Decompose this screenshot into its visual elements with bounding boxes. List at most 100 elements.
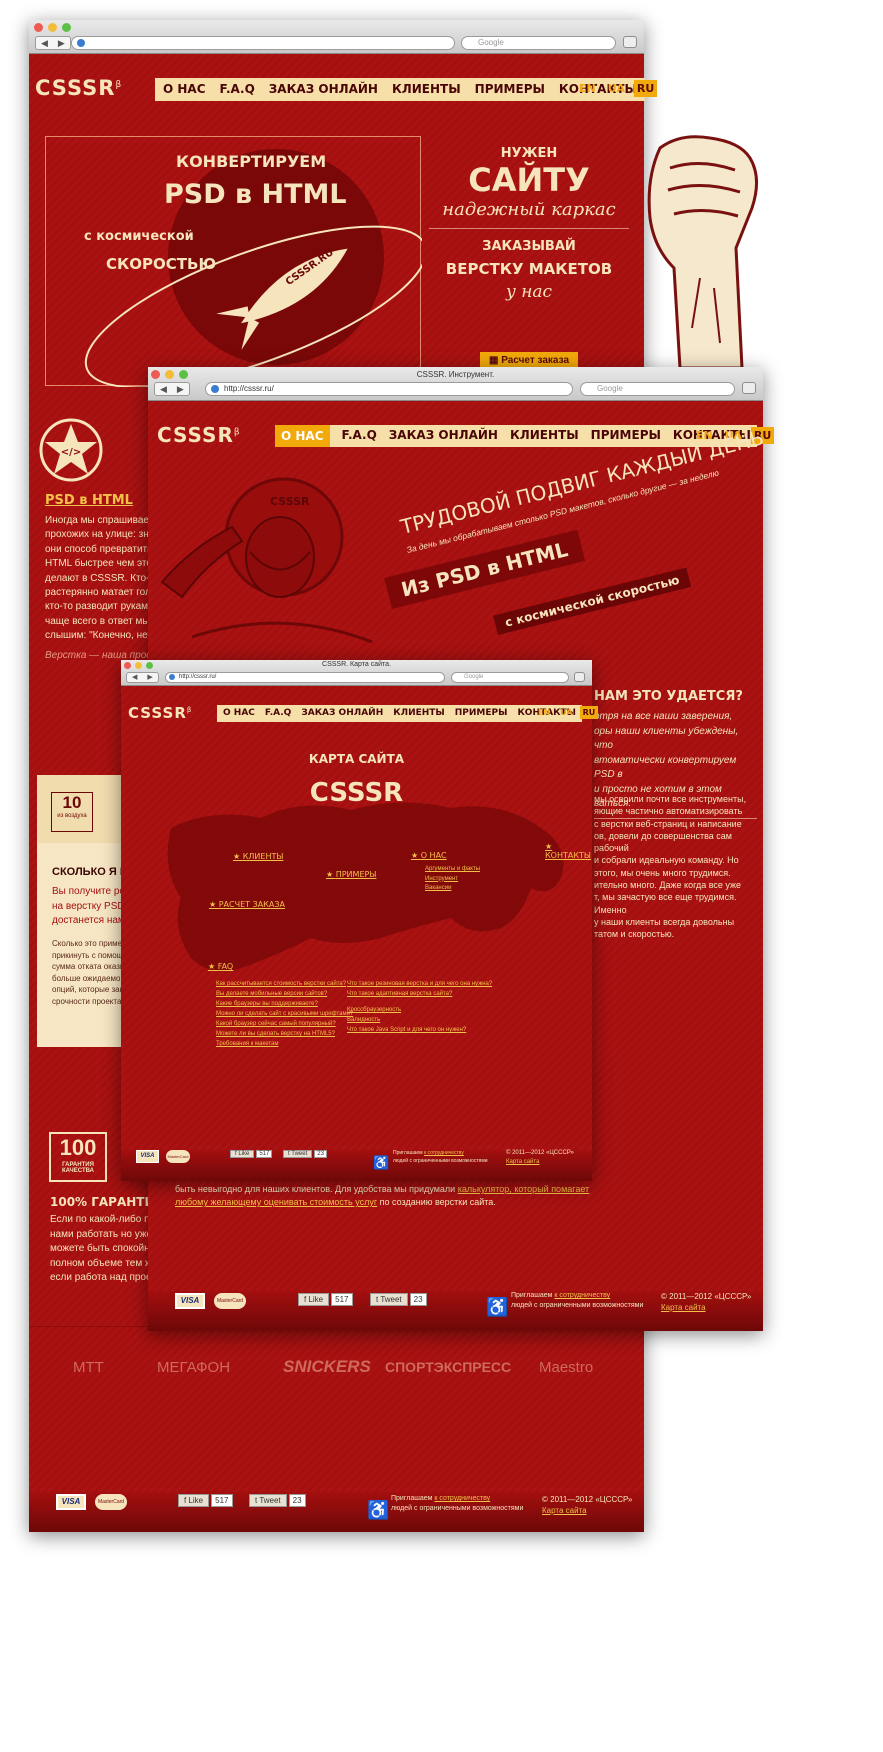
lang-ru[interactable]: RU <box>633 80 658 97</box>
map-point-faq[interactable]: ★ FAQ <box>208 962 233 971</box>
address-bar[interactable] <box>71 36 455 50</box>
tweet-button[interactable]: t Tweet <box>283 1150 313 1158</box>
faq-link[interactable]: Можете ли вы сделать верстку на HTML5? <box>216 1029 353 1039</box>
close-window-button[interactable] <box>151 370 160 379</box>
close-window-button[interactable] <box>34 23 43 32</box>
map-point-contacts[interactable]: ★ КОНТАКТЫ <box>545 842 592 860</box>
gear-icon[interactable] <box>742 382 756 394</box>
calc-link-2[interactable]: любому желающему оценивать стоимость усл… <box>175 1197 377 1207</box>
section-psd-title[interactable]: PSD в HTML <box>45 493 133 508</box>
lang-en[interactable]: EN <box>576 80 599 97</box>
faq-link[interactable]: Что такое Java Script и для чего он нуже… <box>347 1025 492 1035</box>
menu-item-clients[interactable]: КЛИЕНТЫ <box>510 428 579 447</box>
faq-link[interactable]: Что такое адаптивная верстка сайта? <box>347 989 492 999</box>
zoom-window-button[interactable] <box>62 23 71 32</box>
back-arrow-icon[interactable]: ◀ <box>155 383 172 395</box>
sublink-vacancies[interactable]: Вакансии <box>425 884 480 894</box>
menu-item-order[interactable]: ЗАКАЗ ОНЛАЙН <box>301 708 383 719</box>
calc-link-1[interactable]: калькулятор, который помагает <box>458 1184 589 1194</box>
faq-link[interactable]: Можно ли сделать сайт с красивыми шрифта… <box>216 1009 353 1019</box>
faq-link[interactable]: Кроссбраузерность <box>347 1005 492 1015</box>
menu-item-order[interactable]: ЗАКАЗ ОНЛАЙН <box>269 82 378 97</box>
map-point-about[interactable]: ★ О НАС <box>411 851 447 860</box>
text-line: т, мы зачастую все еще трудимся. Именно <box>594 892 737 915</box>
minimize-window-button[interactable] <box>165 370 174 379</box>
map-point-examples[interactable]: ★ ПРИМЕРЫ <box>326 870 376 879</box>
address-bar[interactable]: http://csssr.ru/ <box>165 672 445 683</box>
map-point-clients[interactable]: ★ КЛИЕНТЫ <box>233 852 283 861</box>
partner-maestro[interactable]: Maestro <box>539 1359 593 1376</box>
menu-item-order[interactable]: ЗАКАЗ ОНЛАЙН <box>389 428 498 447</box>
gear-icon[interactable] <box>623 36 637 48</box>
faq-link[interactable]: Какой браузер сейчас самый популярный? <box>216 1019 353 1029</box>
menu-item-faq[interactable]: F.A.Q <box>265 708 291 719</box>
facebook-like[interactable]: f Like 517 <box>298 1293 353 1306</box>
invite-link[interactable]: к сотрудничеству <box>434 1495 490 1502</box>
facebook-like-button[interactable]: f Like <box>230 1150 255 1158</box>
invite-link[interactable]: к сотрудничеству <box>424 1150 464 1156</box>
twitter-tweet[interactable]: t Tweet 23 <box>249 1494 306 1507</box>
gear-icon[interactable] <box>574 672 585 682</box>
back-arrow-icon[interactable]: ◀ <box>127 673 142 682</box>
search-input[interactable]: Google <box>580 382 735 396</box>
partner-mtt[interactable]: МТТ <box>73 1359 104 1376</box>
invite-link[interactable]: к сотрудничеству <box>554 1292 610 1299</box>
twitter-tweet[interactable]: t Tweet 23 <box>370 1293 427 1306</box>
zoom-window-button[interactable] <box>179 370 188 379</box>
sitemap-link[interactable]: Карта сайта <box>661 1302 751 1313</box>
map-point-order[interactable]: ★ РАСЧЕТ ЗАКАЗА <box>209 900 285 909</box>
menu-item-faq[interactable]: F.A.Q <box>220 82 255 97</box>
menu-item-examples[interactable]: ПРИМЕРЫ <box>475 82 545 97</box>
like-count: 517 <box>331 1293 353 1306</box>
menu-item-clients[interactable]: КЛИЕНТЫ <box>392 82 461 97</box>
faq-link[interactable]: Как рассчитывается стоимость верстки сай… <box>216 979 353 989</box>
search-input[interactable]: Google <box>451 672 569 683</box>
menu-item-about[interactable]: О НАС <box>163 82 206 97</box>
tweet-label: Tweet <box>259 1496 281 1505</box>
twitter-tweet[interactable]: t Tweet 23 <box>283 1150 327 1158</box>
faq-link[interactable]: Вы делаете мобильные версии сайтов? <box>216 989 353 999</box>
lang-ua[interactable]: UA <box>605 80 628 97</box>
minimize-window-button[interactable] <box>48 23 57 32</box>
back-arrow-icon[interactable]: ◀ <box>36 37 53 49</box>
facebook-like[interactable]: f Like 517 <box>178 1494 233 1507</box>
forward-arrow-icon[interactable]: ▶ <box>53 37 70 49</box>
search-input[interactable]: Google <box>461 36 616 50</box>
sublink-tool[interactable]: Инструмент <box>425 875 480 885</box>
partner-sport-express[interactable]: СПОРТЭКСПРЕСС <box>385 1359 511 1375</box>
sitemap-link[interactable]: Карта сайта <box>506 1158 574 1167</box>
faq-link[interactable]: Требования к макетам <box>216 1039 353 1049</box>
facebook-like[interactable]: f Like 517 <box>230 1150 273 1158</box>
menu-item-about[interactable]: О НАС <box>223 708 255 719</box>
menu-item-faq[interactable]: F.A.Q <box>342 428 377 447</box>
minimize-window-button[interactable] <box>135 662 142 669</box>
menu-item-about[interactable]: О НАС <box>275 425 330 447</box>
lang-en[interactable]: EN <box>535 706 553 719</box>
lang-ru[interactable]: RU <box>579 706 599 719</box>
address-bar[interactable]: http://csssr.ru/ <box>205 382 573 396</box>
facebook-like-button[interactable]: f Like <box>298 1293 330 1306</box>
site-logo[interactable]: CSSSRβ <box>35 76 122 100</box>
forward-arrow-icon[interactable]: ▶ <box>172 383 189 395</box>
faq-link[interactable]: Валидность <box>347 1015 492 1025</box>
text-line: оры наши клиенты убеждены, что <box>594 725 739 752</box>
site-logo[interactable]: CSSSRβ <box>157 423 241 447</box>
facebook-like-button[interactable]: f Like <box>178 1494 210 1507</box>
tweet-button[interactable]: t Tweet <box>370 1293 408 1306</box>
text-line: Сколько это пример <box>52 939 127 948</box>
faq-link[interactable]: Какие браузеры вы поддерживаете? <box>216 999 353 1009</box>
forward-arrow-icon[interactable]: ▶ <box>142 673 157 682</box>
menu-item-clients[interactable]: КЛИЕНТЫ <box>393 708 445 719</box>
menu-item-examples[interactable]: ПРИМЕРЫ <box>591 428 661 447</box>
sitemap-link[interactable]: Карта сайта <box>542 1505 632 1516</box>
partner-megafon[interactable]: МЕГАФОН <box>157 1359 230 1376</box>
tweet-button[interactable]: t Tweet <box>249 1494 287 1507</box>
site-logo[interactable]: CSSSRβ <box>128 704 192 722</box>
zoom-window-button[interactable] <box>146 662 153 669</box>
close-window-button[interactable] <box>124 662 131 669</box>
partner-snickers[interactable]: SNICKERS <box>283 1357 371 1377</box>
menu-item-examples[interactable]: ПРИМЕРЫ <box>455 708 508 719</box>
sublink-arguments[interactable]: Аргументы и факты <box>425 865 480 875</box>
faq-link[interactable]: Что такое резиновая верстка и для чего о… <box>347 979 492 989</box>
lang-ua[interactable]: UA <box>557 706 575 719</box>
